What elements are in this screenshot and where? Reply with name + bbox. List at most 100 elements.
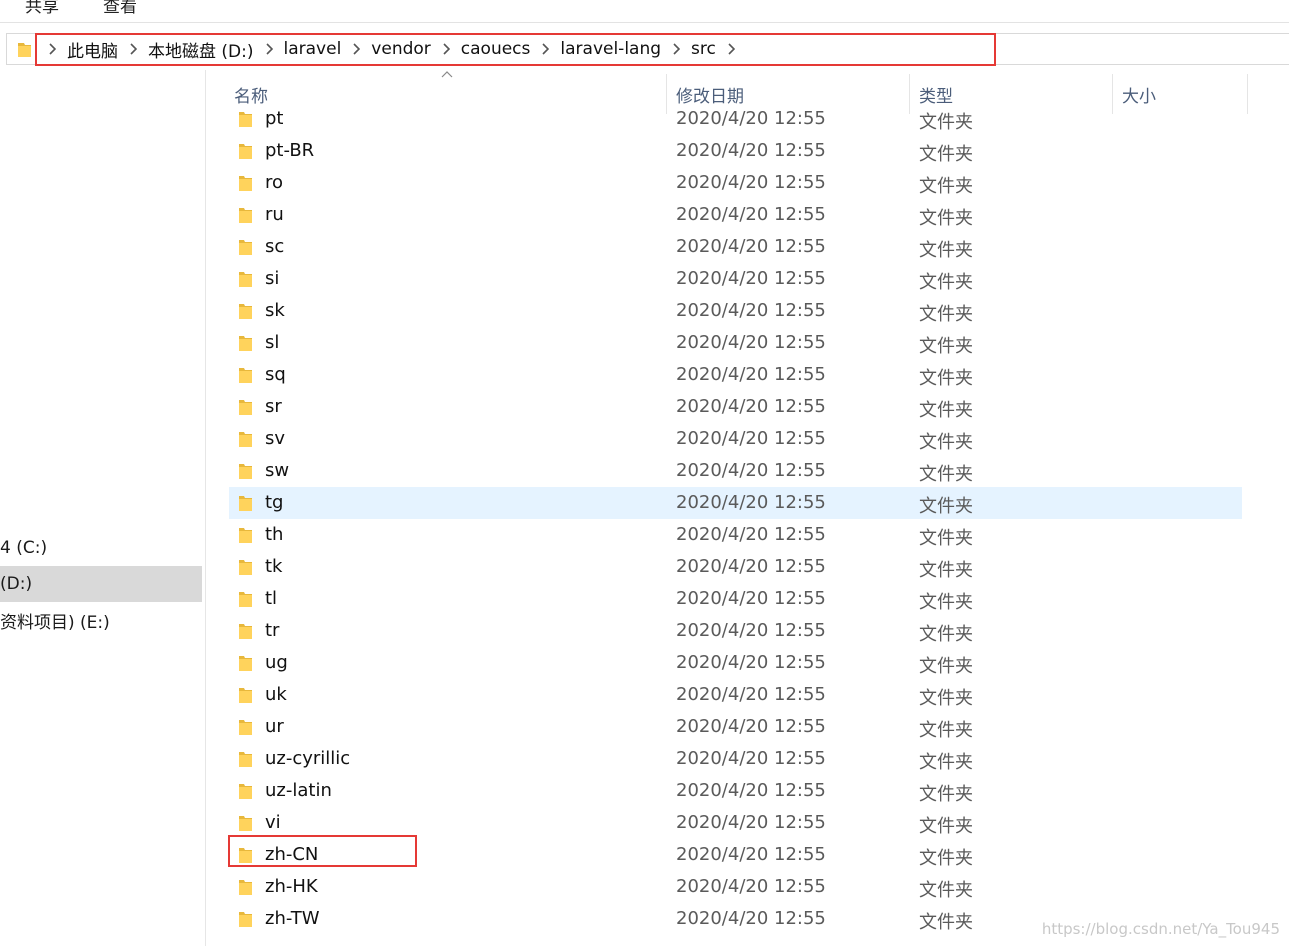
file-name: uk <box>265 684 287 705</box>
file-type: 文件夹 <box>919 208 973 229</box>
file-date: 2020/4/20 12:55 <box>676 524 826 545</box>
file-name: ro <box>265 172 284 193</box>
file-date: 2020/4/20 12:55 <box>676 908 826 929</box>
folder-icon <box>239 143 253 160</box>
file-name: sl <box>265 332 280 353</box>
file-list: 名称 修改日期 类型 大小 pt 2020/4/20 12:55 文件夹 pt-BR 2… <box>205 70 1289 946</box>
file-date: 2020/4/20 12:55 <box>676 268 826 289</box>
file-row[interactable]: sk 2020/4/20 12:55 文件夹 <box>229 295 1242 327</box>
address-highlight-box <box>35 33 996 66</box>
folder-icon <box>239 335 253 352</box>
file-date: 2020/4/20 12:55 <box>676 236 826 257</box>
file-row[interactable]: tk 2020/4/20 12:55 文件夹 <box>229 551 1242 583</box>
file-row[interactable]: ur 2020/4/20 12:55 文件夹 <box>229 711 1242 743</box>
file-name: ur <box>265 716 284 737</box>
file-row[interactable]: sl 2020/4/20 12:55 文件夹 <box>229 327 1242 359</box>
file-row[interactable]: zh-HK 2020/4/20 12:55 文件夹 <box>229 871 1242 903</box>
nav-item-label: (D:) <box>0 574 33 594</box>
file-name: zh-HK <box>265 876 318 897</box>
folder-icon <box>239 495 253 512</box>
file-type: 文件夹 <box>919 272 973 293</box>
file-row[interactable]: uk 2020/4/20 12:55 文件夹 <box>229 679 1242 711</box>
file-row[interactable]: ro 2020/4/20 12:55 文件夹 <box>229 167 1242 199</box>
file-type: 文件夹 <box>919 336 973 357</box>
file-name: vi <box>265 812 281 833</box>
file-type: 文件夹 <box>919 144 973 165</box>
file-type: 文件夹 <box>919 528 973 549</box>
nav-item-drive[interactable]: 资料项目) (E:) <box>0 602 202 638</box>
nav-item-drive[interactable]: 4 (C:) <box>0 530 202 566</box>
file-row[interactable]: sq 2020/4/20 12:55 文件夹 <box>229 359 1242 391</box>
file-name: sw <box>265 460 290 481</box>
nav-item-label: 4 (C:) <box>0 538 48 558</box>
file-type: 文件夹 <box>919 112 973 133</box>
file-type: 文件夹 <box>919 880 973 901</box>
file-date: 2020/4/20 12:55 <box>676 332 826 353</box>
file-date: 2020/4/20 12:55 <box>676 748 826 769</box>
file-row[interactable]: tl 2020/4/20 12:55 文件夹 <box>229 583 1242 615</box>
navigation-pane: 4 (C:) (D:) 资料项目) (E:) <box>0 70 206 946</box>
file-date: 2020/4/20 12:55 <box>676 108 826 129</box>
file-row[interactable]: pt-BR 2020/4/20 12:55 文件夹 <box>229 135 1242 167</box>
folder-icon <box>239 431 253 448</box>
file-date: 2020/4/20 12:55 <box>676 396 826 417</box>
file-row[interactable]: sw 2020/4/20 12:55 文件夹 <box>229 455 1242 487</box>
file-row[interactable]: pt 2020/4/20 12:55 文件夹 <box>229 103 1242 135</box>
file-name: ug <box>265 652 288 673</box>
file-name: sc <box>265 236 285 257</box>
file-date: 2020/4/20 12:55 <box>676 492 826 513</box>
folder-icon <box>239 719 253 736</box>
file-row[interactable]: sr 2020/4/20 12:55 文件夹 <box>229 391 1242 423</box>
file-row[interactable]: ug 2020/4/20 12:55 文件夹 <box>229 647 1242 679</box>
file-name: uz-latin <box>265 780 332 801</box>
file-date: 2020/4/20 12:55 <box>676 844 826 865</box>
file-date: 2020/4/20 12:55 <box>676 812 826 833</box>
file-type: 文件夹 <box>919 624 973 645</box>
file-type: 文件夹 <box>919 912 973 933</box>
file-type: 文件夹 <box>919 848 973 869</box>
folder-icon <box>18 43 31 57</box>
folder-icon <box>239 559 253 576</box>
folder-icon <box>239 879 253 896</box>
file-type: 文件夹 <box>919 560 973 581</box>
file-type: 文件夹 <box>919 816 973 837</box>
folder-icon <box>239 111 253 128</box>
folder-icon <box>239 783 253 800</box>
file-row[interactable]: tg 2020/4/20 12:55 文件夹 <box>229 487 1242 519</box>
file-type: 文件夹 <box>919 176 973 197</box>
file-row[interactable]: si 2020/4/20 12:55 文件夹 <box>229 263 1242 295</box>
file-row[interactable]: uz-cyrillic 2020/4/20 12:55 文件夹 <box>229 743 1242 775</box>
file-name: uz-cyrillic <box>265 748 351 769</box>
file-date: 2020/4/20 12:55 <box>676 300 826 321</box>
ribbon-tab-share[interactable]: 共享 <box>25 0 59 17</box>
folder-icon <box>239 175 253 192</box>
folder-icon <box>239 207 253 224</box>
folder-icon <box>239 527 253 544</box>
file-type: 文件夹 <box>919 464 973 485</box>
file-row[interactable]: tr 2020/4/20 12:55 文件夹 <box>229 615 1242 647</box>
column-divider[interactable] <box>1247 74 1248 114</box>
file-name: sq <box>265 364 286 385</box>
file-name: zh-TW <box>265 908 320 929</box>
file-type: 文件夹 <box>919 720 973 741</box>
nav-item-drive[interactable]: (D:) <box>0 566 202 602</box>
nav-item-label: 资料项目) (E:) <box>0 612 110 633</box>
folder-icon <box>239 815 253 832</box>
file-row[interactable]: sc 2020/4/20 12:55 文件夹 <box>229 231 1242 263</box>
file-date: 2020/4/20 12:55 <box>676 684 826 705</box>
file-row[interactable]: ru 2020/4/20 12:55 文件夹 <box>229 199 1242 231</box>
folder-icon <box>239 655 253 672</box>
row-highlight-box <box>228 835 417 867</box>
folder-icon <box>239 399 253 416</box>
ribbon-tab-view[interactable]: 查看 <box>103 0 137 17</box>
file-type: 文件夹 <box>919 688 973 709</box>
file-date: 2020/4/20 12:55 <box>676 652 826 673</box>
file-name: pt-BR <box>265 140 315 161</box>
file-type: 文件夹 <box>919 784 973 805</box>
file-date: 2020/4/20 12:55 <box>676 588 826 609</box>
file-row[interactable]: sv 2020/4/20 12:55 文件夹 <box>229 423 1242 455</box>
file-row[interactable]: uz-latin 2020/4/20 12:55 文件夹 <box>229 775 1242 807</box>
file-type: 文件夹 <box>919 656 973 677</box>
file-date: 2020/4/20 12:55 <box>676 140 826 161</box>
file-row[interactable]: th 2020/4/20 12:55 文件夹 <box>229 519 1242 551</box>
